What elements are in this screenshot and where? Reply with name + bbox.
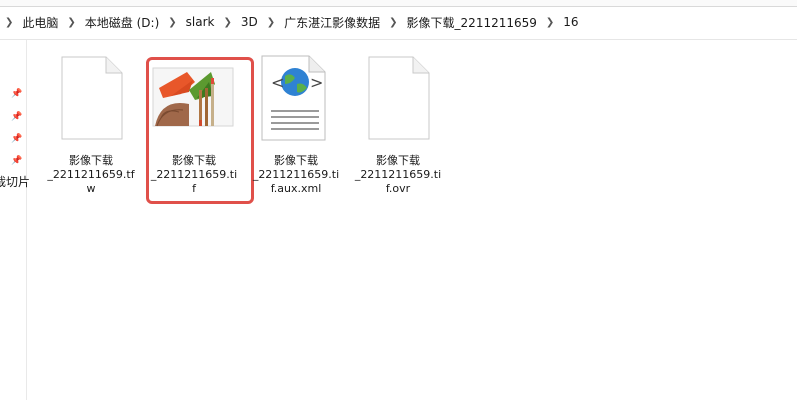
file-name: 影像下载 _2211211659.tif.aux.xml bbox=[252, 154, 340, 195]
chevron-right-icon[interactable]: ❯ bbox=[262, 17, 280, 28]
svg-text:<: < bbox=[271, 73, 284, 92]
svg-text:>: > bbox=[310, 73, 323, 92]
breadcrumb: ❯ 此电脑 ❯ 本地磁盘 (D:) ❯ slark ❯ 3D ❯ 广东湛江影像数… bbox=[0, 12, 583, 32]
breadcrumb-this-pc[interactable]: 此电脑 bbox=[18, 14, 62, 31]
breadcrumb-16[interactable]: 16 bbox=[559, 15, 582, 29]
quick-access-label[interactable]: 裁切片 bbox=[0, 173, 30, 190]
address-bar[interactable]: ❯ 此电脑 ❯ 本地磁盘 (D:) ❯ slark ❯ 3D ❯ 广东湛江影像数… bbox=[0, 0, 797, 40]
chevron-right-icon[interactable]: ❯ bbox=[163, 17, 181, 28]
file-name: 影像下载 _2211211659.tfw bbox=[47, 154, 135, 195]
file-item-tif[interactable]: 影像下载 _2211211659.tif bbox=[149, 54, 239, 195]
xml-globe-document-icon: < > bbox=[251, 54, 341, 144]
pin-icon[interactable]: 📌 bbox=[11, 89, 22, 99]
pin-icon[interactable]: 📌 bbox=[11, 156, 22, 166]
file-item-aux-xml[interactable]: < > 影像下载 _2211211659.tif.aux.xml bbox=[251, 54, 341, 195]
breadcrumb-download-folder[interactable]: 影像下载_2211211659 bbox=[403, 14, 541, 31]
file-item-ovr[interactable]: 影像下载 _2211211659.tif.ovr bbox=[353, 54, 443, 195]
blank-document-icon bbox=[46, 54, 136, 144]
file-name: 影像下载 _2211211659.tif bbox=[150, 154, 238, 195]
file-name: 影像下载 _2211211659.tif.ovr bbox=[354, 154, 442, 195]
chevron-right-icon[interactable]: ❯ bbox=[218, 17, 236, 28]
image-paint-icon bbox=[149, 54, 239, 144]
chevron-right-icon[interactable]: ❯ bbox=[62, 17, 80, 28]
navigation-pane[interactable]: 📌 📌 📌 📌 裁切片 bbox=[0, 40, 30, 400]
chevron-right-icon[interactable]: ❯ bbox=[0, 17, 18, 28]
blank-document-icon bbox=[353, 54, 443, 144]
pin-icon[interactable]: 📌 bbox=[11, 112, 22, 122]
breadcrumb-slark[interactable]: slark bbox=[182, 15, 219, 29]
chevron-right-icon[interactable]: ❯ bbox=[384, 17, 402, 28]
toolbar-edge bbox=[0, 0, 797, 7]
file-item-tfw[interactable]: 影像下载 _2211211659.tfw bbox=[46, 54, 136, 195]
breadcrumb-local-disk[interactable]: 本地磁盘 (D:) bbox=[81, 14, 163, 31]
chevron-right-icon[interactable]: ❯ bbox=[541, 17, 559, 28]
pin-icon[interactable]: 📌 bbox=[11, 134, 22, 144]
breadcrumb-imagery-folder[interactable]: 广东湛江影像数据 bbox=[280, 14, 384, 31]
breadcrumb-3d[interactable]: 3D bbox=[237, 15, 262, 29]
